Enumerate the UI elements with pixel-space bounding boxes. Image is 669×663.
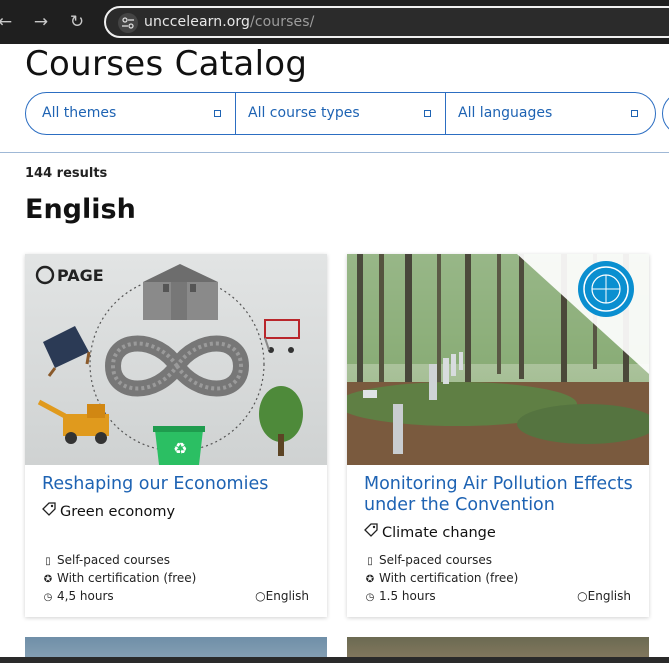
page-content: Courses Catalog All themes All course ty… (0, 44, 669, 663)
filter-course-types-label: All course types (248, 105, 360, 121)
url-path: /courses/ (250, 14, 315, 30)
url-host: unccelearn.org (144, 14, 251, 30)
course-title[interactable]: Monitoring Air Pollution Effects under t… (364, 474, 639, 516)
page-logo: PAGE (35, 264, 115, 290)
certification-label: With certification (free) (379, 571, 519, 585)
forward-icon[interactable]: → (30, 11, 52, 33)
language: ○English (255, 589, 309, 603)
filter-more[interactable] (662, 92, 669, 135)
course-card[interactable]: ♻ PAGE Reshaping our Economies Green eco… (25, 254, 327, 617)
clock-icon: ◷ (43, 592, 53, 603)
tag-label: Green economy (60, 504, 176, 520)
document-icon: ▯ (367, 556, 373, 567)
dropdown-icon (631, 110, 638, 117)
course-type-label: Self-paced courses (57, 553, 170, 567)
duration: ◷ 4,5 hours (42, 589, 114, 603)
horizontal-scrollbar[interactable] (0, 657, 669, 663)
filter-course-types[interactable]: All course types (235, 92, 446, 135)
tag-label: Climate change (382, 525, 496, 541)
filter-themes-label: All themes (42, 105, 117, 121)
reload-icon[interactable]: ↻ (66, 11, 88, 33)
certification-label: With certification (free) (57, 571, 197, 585)
tag-icon (364, 523, 378, 541)
page-title: Courses Catalog (25, 44, 308, 84)
chat-icon: ○ (255, 589, 266, 603)
document-icon: ▯ (45, 556, 51, 567)
results-count: 144 results (25, 166, 108, 181)
course-type: ▯ Self-paced courses (364, 553, 492, 567)
divider (0, 152, 669, 153)
certification: ✪ With certification (free) (364, 571, 519, 585)
course-tag: Climate change (364, 523, 496, 541)
svg-text:PAGE: PAGE (57, 266, 104, 285)
duration-label: 4,5 hours (57, 589, 114, 603)
clock-icon: ◷ (365, 592, 375, 603)
filter-languages[interactable]: All languages (445, 92, 656, 135)
tag-icon (42, 502, 56, 520)
back-icon[interactable]: ← (0, 11, 16, 33)
course-card[interactable]: Monitoring Air Pollution Effects under t… (347, 254, 649, 617)
browser-toolbar: ← → ↻ unccelearn.org/courses/ (0, 0, 669, 44)
svg-text:♻: ♻ (173, 439, 187, 458)
course-image[interactable]: ♻ PAGE (25, 254, 327, 465)
language: ○English (577, 589, 631, 603)
award-icon: ✪ (365, 574, 375, 585)
language-label: English (265, 589, 309, 603)
dropdown-icon (214, 110, 221, 117)
dropdown-icon (424, 110, 431, 117)
course-tag: Green economy (42, 502, 175, 520)
course-image[interactable] (347, 254, 649, 465)
duration-label: 1.5 hours (379, 589, 436, 603)
course-type-label: Self-paced courses (379, 553, 492, 567)
filter-themes[interactable]: All themes (25, 92, 236, 135)
filter-languages-label: All languages (458, 105, 553, 121)
address-bar[interactable]: unccelearn.org/courses/ (104, 6, 669, 38)
course-title[interactable]: Reshaping our Economies (42, 474, 317, 495)
site-info-icon[interactable] (118, 13, 138, 33)
url-text: unccelearn.org/courses/ (144, 14, 314, 30)
language-label: English (587, 589, 631, 603)
duration: ◷ 1.5 hours (364, 589, 436, 603)
course-type: ▯ Self-paced courses (42, 553, 170, 567)
award-icon: ✪ (43, 574, 53, 585)
certification: ✪ With certification (free) (42, 571, 197, 585)
chat-icon: ○ (577, 589, 588, 603)
section-title: English (25, 194, 136, 225)
